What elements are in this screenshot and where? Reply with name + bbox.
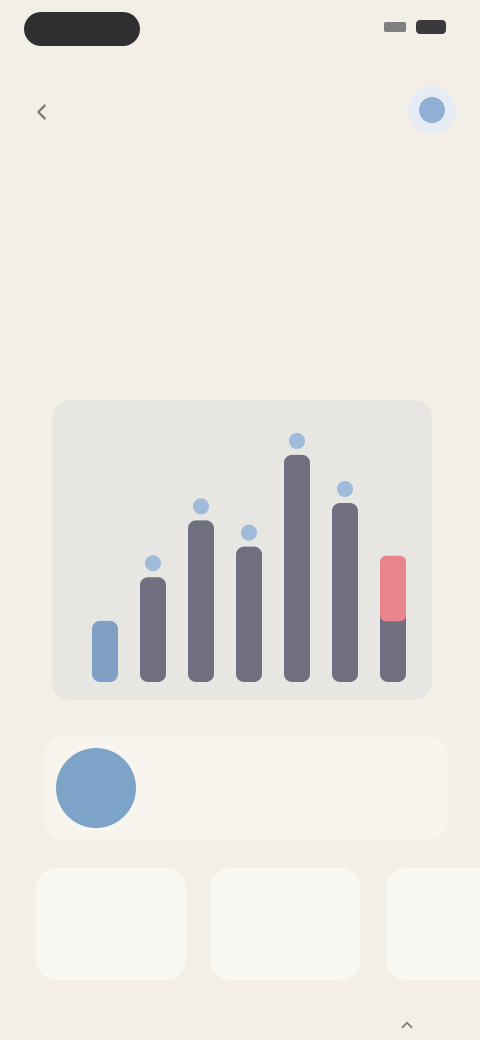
bottom-list-item[interactable]	[30, 1004, 450, 1040]
chart-bar[interactable]	[188, 520, 214, 682]
chart-card	[52, 400, 432, 700]
chart-point-marker	[193, 498, 209, 515]
chart-point-marker	[289, 432, 305, 449]
chart-bar[interactable]	[140, 577, 166, 682]
chart-point-marker	[337, 480, 353, 497]
signal-icon	[384, 22, 406, 32]
summary-card[interactable]	[44, 736, 448, 840]
chart-bar-highlight[interactable]	[380, 555, 406, 622]
battery-icon	[416, 20, 446, 34]
dynamic-island	[24, 12, 140, 46]
stat-tile[interactable]	[210, 868, 360, 980]
stat-tile[interactable]	[386, 868, 480, 980]
chart-bar[interactable]	[236, 546, 262, 682]
back-button[interactable]	[26, 96, 58, 128]
chart-point-marker	[145, 555, 161, 572]
chart-point-marker	[241, 524, 257, 541]
chart-bar[interactable]	[284, 454, 310, 682]
avatar-icon	[419, 97, 445, 123]
status-indicators	[384, 20, 446, 34]
summary-indicator	[56, 748, 136, 828]
status-bar	[0, 0, 480, 60]
chevron-icon	[401, 1021, 413, 1029]
bar-chart	[92, 432, 406, 682]
chart-bar[interactable]	[332, 502, 358, 682]
chart-bar[interactable]	[92, 620, 118, 682]
stat-tile[interactable]	[36, 868, 186, 980]
back-arrow-icon	[37, 104, 46, 120]
avatar-button[interactable]	[408, 86, 456, 134]
